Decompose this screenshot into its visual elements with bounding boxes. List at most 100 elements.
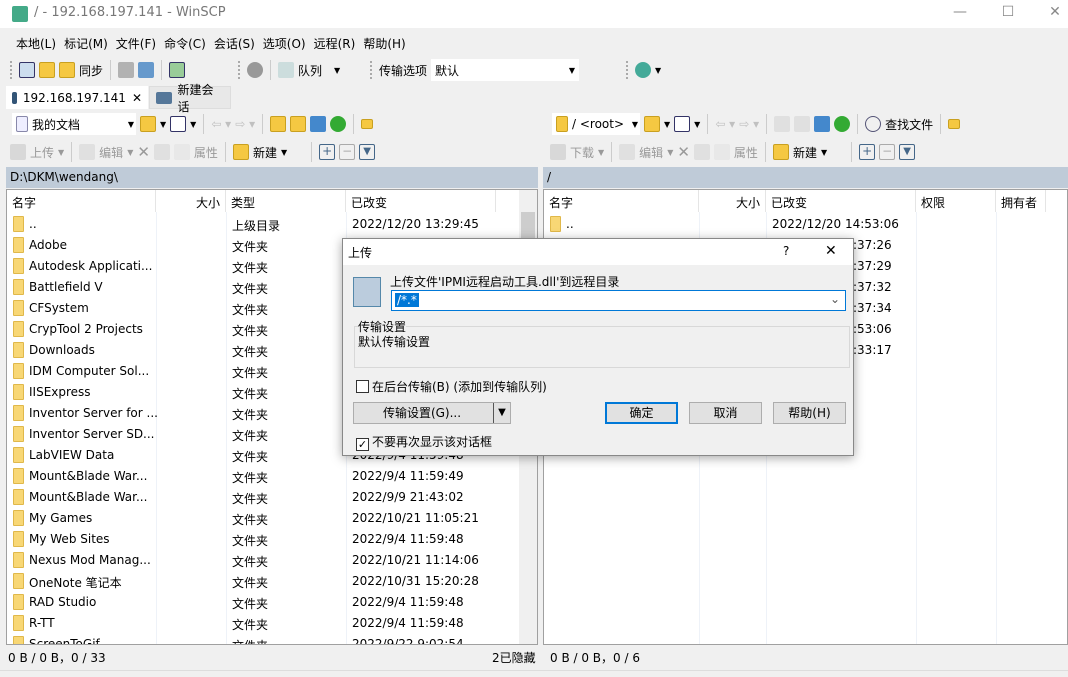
edit-button[interactable]: 编辑 [639,144,663,161]
help-button[interactable]: 帮助(H) [773,402,846,424]
compare-icon[interactable] [19,62,35,78]
background-transfer-checkbox[interactable]: 在后台传输(B) (添加到传输队列) [356,378,547,395]
right-location-select[interactable]: / <root> ▼ [552,113,640,135]
menu-item[interactable]: 选项(O) [263,35,306,52]
file-row[interactable]: .. 2022/12/20 14:53:06 [544,214,1067,235]
dropdown-arrow-icon[interactable]: ▼ [493,403,510,423]
sync-icon[interactable] [59,62,75,78]
filter-select-icon[interactable]: ▼ [899,144,916,160]
tree-icon[interactable] [948,119,961,129]
file-row[interactable]: R-TT 文件夹 2022/9/4 11:59:48 [7,613,537,634]
select-minus-icon[interactable]: − [339,144,356,160]
delete-icon[interactable]: ✕ [137,143,150,161]
refresh-icon[interactable] [834,116,851,132]
maximize-button[interactable]: ☐ [993,4,1023,22]
column-header[interactable]: 名字 [7,190,156,212]
properties-button[interactable]: 属性 [194,144,218,161]
find-files-button[interactable]: 查找文件 [885,116,933,133]
folder-icon [13,321,24,337]
tab-close-icon[interactable]: ✕ [132,91,142,105]
cancel-button[interactable]: 取消 [689,402,762,424]
menu-item[interactable]: 帮助(H) [363,35,405,52]
sync-button[interactable]: 同步 [79,62,103,79]
left-location-select[interactable]: 我的文档 ▼ [12,113,136,135]
dialog-help-button[interactable]: ? [783,244,789,258]
minimize-button[interactable]: — [945,4,975,22]
filter-icon[interactable] [674,116,691,132]
root-dir-icon[interactable] [794,116,811,132]
parent-dir-icon[interactable] [270,116,287,132]
putty-icon[interactable] [138,62,155,78]
terminal-icon[interactable] [118,62,135,78]
select-plus-icon[interactable]: + [319,144,336,160]
column-header[interactable]: 大小 [699,190,766,212]
file-row[interactable]: Mount&Blade War... 文件夹 2022/9/9 21:43:02 [7,487,537,508]
dont-show-checkbox[interactable]: ✓ 不要再次显示该对话框 [356,433,492,451]
properties-button[interactable]: 属性 [734,144,758,161]
menu-item[interactable]: 本地(L) [16,35,56,52]
synchronize-browse-icon[interactable] [39,62,55,78]
menu-item[interactable]: 文件(F) [116,35,156,52]
home-icon[interactable] [814,116,831,132]
back-icon[interactable]: ⇦ ▾ [211,117,231,131]
home-icon[interactable] [310,116,327,132]
root-dir-icon[interactable] [290,116,307,132]
ok-button[interactable]: 确定 [605,402,678,424]
download-button[interactable]: 下载 [570,144,594,161]
menu-item[interactable]: 命令(C) [164,35,206,52]
file-row[interactable]: My Games 文件夹 2022/10/21 11:05:21 [7,508,537,529]
column-header[interactable]: 名字 [544,190,699,212]
menu-item[interactable]: 标记(M) [64,35,108,52]
column-header[interactable]: 已改变 [346,190,496,212]
dialog-close-button[interactable]: ✕ [825,243,837,259]
chevron-down-icon[interactable]: ⌄ [830,292,840,306]
column-header[interactable]: 类型 [226,190,346,212]
parent-dir-icon[interactable] [774,116,791,132]
target-path-combo[interactable]: /*.* ⌄ [391,290,846,311]
refresh-session-icon[interactable] [169,62,186,78]
rename-icon[interactable] [693,144,710,160]
open-folder-icon[interactable] [140,116,156,132]
globe-sync-icon[interactable] [635,62,651,78]
gear-icon[interactable] [247,62,263,78]
rename-icon[interactable] [153,144,170,160]
file-row[interactable]: RAD Studio 文件夹 2022/9/4 11:59:48 [7,592,537,613]
transfer-settings-button[interactable]: 传输设置(G)... ▼ [353,402,511,424]
file-row[interactable]: Nexus Mod Manag... 文件夹 2022/10/21 11:14:06 [7,550,537,571]
refresh-icon[interactable] [330,116,347,132]
filter-icon[interactable] [170,116,187,132]
forward-icon[interactable]: ⇨ ▾ [739,117,759,131]
edit-button[interactable]: 编辑 [99,144,123,161]
file-row[interactable]: My Web Sites 文件夹 2022/9/4 11:59:48 [7,529,537,550]
chevron-down-icon[interactable]: ▼ [655,66,661,75]
forward-icon[interactable]: ⇨ ▾ [235,117,255,131]
file-row[interactable]: Mount&Blade War... 文件夹 2022/9/4 11:59:49 [7,466,537,487]
delete-icon[interactable]: ✕ [677,143,690,161]
tab-new-session[interactable]: 新建会话 [149,83,231,114]
column-header[interactable]: 大小 [156,190,226,212]
new-button[interactable]: 新建 [253,144,277,161]
file-row[interactable]: .. 上级目录 2022/12/20 13:29:45 [7,214,537,235]
file-row[interactable]: ScreenToGif 文件夹 2022/9/22 9:02:54 [7,634,537,644]
menu-item[interactable]: 远程(R) [314,35,356,52]
menu-item[interactable]: 会话(S) [214,35,255,52]
filter-select-icon[interactable]: ▼ [359,144,376,160]
close-button[interactable]: ✕ [1040,4,1068,22]
transfer-options-select[interactable]: 默认 ▼ [431,59,580,81]
select-minus-icon[interactable]: − [879,144,896,160]
chevron-down-icon[interactable]: ▼ [334,66,340,75]
select-plus-icon[interactable]: + [859,144,876,160]
open-folder-icon[interactable] [644,116,660,132]
queue-icon[interactable] [278,62,294,78]
file-row[interactable]: OneNote 笔记本 文件夹 2022/10/31 15:20:28 [7,571,537,592]
column-header[interactable]: 拥有者 [996,190,1046,212]
column-header[interactable]: 已改变 [766,190,916,212]
tree-icon[interactable] [361,119,374,129]
back-icon[interactable]: ⇦ ▾ [715,117,735,131]
upload-button[interactable]: 上传 [30,144,54,161]
column-header[interactable]: 权限 [916,190,996,212]
queue-button[interactable]: 队列 [298,62,322,79]
new-button[interactable]: 新建 [793,144,817,161]
file-modified: 2022/9/4 11:59:48 [352,616,464,630]
tab-session[interactable]: 192.168.197.141 ✕ [6,86,148,109]
